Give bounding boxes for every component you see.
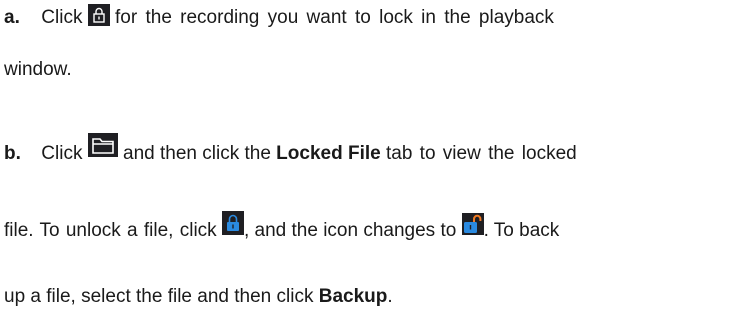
step-b-to-back-text: . To back [483,220,560,241]
step-b-backup-text: up a file, select the file and then clic… [4,286,314,307]
unlocked-icon [461,213,484,235]
lock-icon [87,4,110,26]
locked-file-tab-label: Locked File [276,143,381,164]
step-a-continuation: window. [4,59,72,80]
step-b-period: . [387,286,393,307]
step-a-letter: a. [4,7,20,28]
step-b-unlock-text: file. To unlock a file, click [4,220,217,241]
step-a-click-text: Click [41,7,83,28]
step-b-icon-changes-text: , and the icon changes to [243,220,457,241]
step-b-line-1: b. Click and then click the Locked File … [4,133,577,166]
step-b-line-3: up a file, select the file and then clic… [4,285,393,309]
folder-icon [87,133,118,157]
step-a-line-2: window. [4,58,72,82]
step-b-letter: b. [4,143,21,164]
step-a-instruction: for the recording you want to lock in th… [115,7,554,28]
step-b-click-text: Click [41,143,83,164]
step-b-line-2: file. To unlock a file, click , and the … [4,211,559,243]
step-b-and-then-click: and then click the [123,143,271,164]
backup-button-label: Backup [318,286,388,307]
step-a-line-1: a. Click for the recording you want to l… [4,4,554,30]
locked-icon [221,211,244,235]
step-b-tab-text: tab to view the locked [385,143,577,164]
